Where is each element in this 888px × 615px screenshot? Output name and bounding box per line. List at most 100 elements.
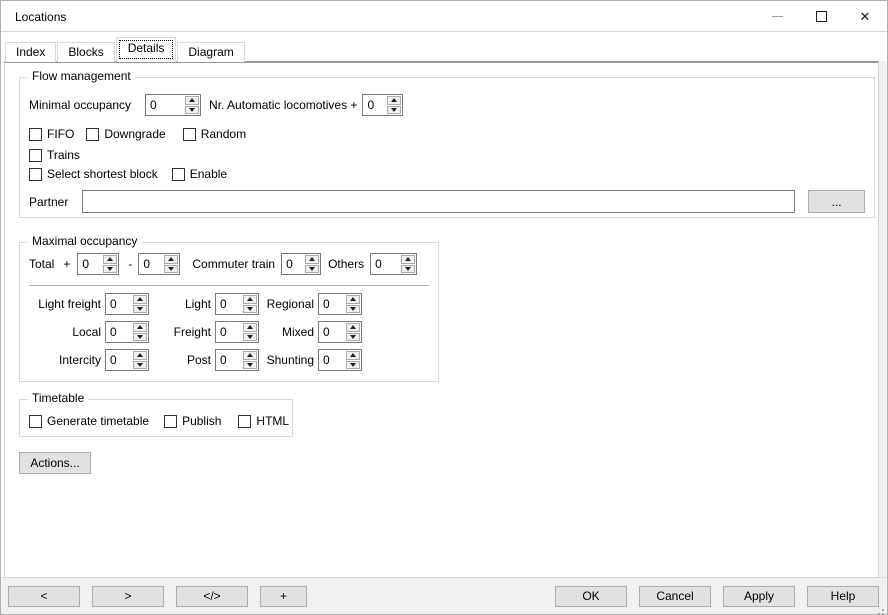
spin-down-button[interactable] (133, 333, 147, 342)
commuter-train-spinner[interactable]: 0 (281, 253, 321, 275)
spin-down-button[interactable] (133, 305, 147, 314)
checkbox-icon[interactable] (164, 415, 177, 428)
spinner-value[interactable]: 0 (106, 322, 132, 342)
minimize-button[interactable] (755, 1, 799, 32)
spinner-value[interactable]: 0 (319, 322, 345, 342)
spin-down-button[interactable] (185, 106, 199, 115)
others-spinner[interactable]: 0 (370, 253, 417, 275)
spin-down-button[interactable] (243, 333, 257, 342)
spinner-value[interactable]: 0 (78, 254, 102, 274)
spinner-value[interactable]: 0 (139, 254, 163, 274)
spinner-value[interactable]: 0 (106, 294, 132, 314)
checkbox-icon[interactable] (29, 128, 42, 141)
spin-down-button[interactable] (243, 305, 257, 314)
checkbox-select-shortest-block[interactable]: Select shortest block (29, 167, 158, 181)
apply-button[interactable]: Apply (723, 586, 795, 607)
spin-down-button[interactable] (243, 361, 257, 370)
local-spinner[interactable]: 0 (105, 321, 149, 343)
spinner-value[interactable]: 0 (371, 254, 400, 274)
cancel-button[interactable]: Cancel (639, 586, 711, 607)
regional-spinner[interactable]: 0 (318, 293, 362, 315)
mixed-spinner[interactable]: 0 (318, 321, 362, 343)
checkbox-trains[interactable]: Trains (29, 148, 80, 162)
maximize-button[interactable] (799, 1, 843, 32)
spin-up-button[interactable] (387, 96, 401, 105)
spin-down-button[interactable] (401, 265, 415, 274)
spinner-value[interactable]: 0 (216, 322, 242, 342)
light-spinner[interactable]: 0 (215, 293, 259, 315)
spin-up-button[interactable] (164, 255, 178, 264)
spin-up-button[interactable] (103, 255, 117, 264)
checkbox-random[interactable]: Random (183, 127, 246, 141)
checkbox-publish[interactable]: Publish (164, 414, 221, 428)
tab-details[interactable]: Details (116, 37, 177, 62)
spinner-value[interactable]: 0 (146, 95, 184, 115)
checkbox-html[interactable]: HTML (238, 414, 289, 428)
partner-input[interactable] (82, 190, 795, 213)
arrow-up-icon (137, 353, 143, 357)
checkbox-downgrade[interactable]: Downgrade (86, 127, 165, 141)
ok-button[interactable]: OK (555, 586, 627, 607)
spin-up-button[interactable] (346, 323, 360, 332)
spin-down-button[interactable] (103, 265, 117, 274)
checkbox-fifo[interactable]: FIFO (29, 127, 74, 141)
spin-up-button[interactable] (401, 255, 415, 264)
checkbox-generate-timetable[interactable]: Generate timetable (29, 414, 149, 428)
checkbox-icon[interactable] (29, 149, 42, 162)
spin-up-button[interactable] (346, 295, 360, 304)
spinner-value[interactable]: 0 (319, 350, 345, 370)
spinner-value[interactable]: 0 (319, 294, 345, 314)
close-button[interactable]: ✕ (843, 1, 887, 32)
post-spinner[interactable]: 0 (215, 349, 259, 371)
nav-code-button[interactable]: </> (176, 586, 248, 607)
spin-down-button[interactable] (346, 333, 360, 342)
checkbox-icon[interactable] (183, 128, 196, 141)
spin-down-button[interactable] (346, 361, 360, 370)
checkbox-icon[interactable] (172, 168, 185, 181)
spin-up-button[interactable] (243, 351, 257, 360)
spin-down-button[interactable] (387, 106, 401, 115)
minimal-occupancy-spinner[interactable]: 0 (145, 94, 201, 116)
checkbox-icon[interactable] (29, 168, 42, 181)
spinner-value[interactable]: 0 (363, 95, 386, 115)
light-freight-spinner[interactable]: 0 (105, 293, 149, 315)
intercity-spinner[interactable]: 0 (105, 349, 149, 371)
help-button[interactable]: Help (807, 586, 879, 607)
spinner-value[interactable]: 0 (216, 294, 242, 314)
spin-up-button[interactable] (243, 323, 257, 332)
spin-up-button[interactable] (133, 295, 147, 304)
partner-browse-button[interactable]: ... (808, 190, 865, 213)
total-plus-spinner[interactable]: 0 (77, 253, 119, 275)
spinner-value[interactable]: 0 (282, 254, 304, 274)
tab-index[interactable]: Index (5, 42, 56, 62)
spinner-value[interactable]: 0 (106, 350, 132, 370)
spinner-value[interactable]: 0 (216, 350, 242, 370)
spin-up-button[interactable] (133, 323, 147, 332)
spin-up-button[interactable] (346, 351, 360, 360)
tab-diagram[interactable]: Diagram (177, 42, 244, 62)
spin-down-button[interactable] (346, 305, 360, 314)
nav-add-button[interactable]: + (260, 586, 307, 607)
shunting-spinner[interactable]: 0 (318, 349, 362, 371)
spinner-buttons (163, 254, 179, 274)
spin-up-button[interactable] (305, 255, 319, 264)
spin-up-button[interactable] (133, 351, 147, 360)
tab-blocks[interactable]: Blocks (57, 42, 114, 62)
checkbox-icon[interactable] (86, 128, 99, 141)
spin-up-button[interactable] (185, 96, 199, 105)
total-minus-spinner[interactable]: 0 (138, 253, 180, 275)
spin-down-button[interactable] (164, 265, 178, 274)
nav-next-button[interactable]: > (92, 586, 164, 607)
freight-spinner[interactable]: 0 (215, 321, 259, 343)
checkbox-enable[interactable]: Enable (172, 167, 227, 181)
nav-prev-button[interactable]: < (8, 586, 80, 607)
actions-button[interactable]: Actions... (19, 452, 91, 474)
checkbox-icon[interactable] (29, 415, 42, 428)
spin-up-button[interactable] (243, 295, 257, 304)
spinner-buttons (184, 95, 200, 115)
automatic-locomotives-spinner[interactable]: 0 (362, 94, 403, 116)
spin-down-button[interactable] (305, 265, 319, 274)
resize-grip-icon[interactable] (882, 609, 884, 611)
spin-down-button[interactable] (133, 361, 147, 370)
checkbox-icon[interactable] (238, 415, 251, 428)
